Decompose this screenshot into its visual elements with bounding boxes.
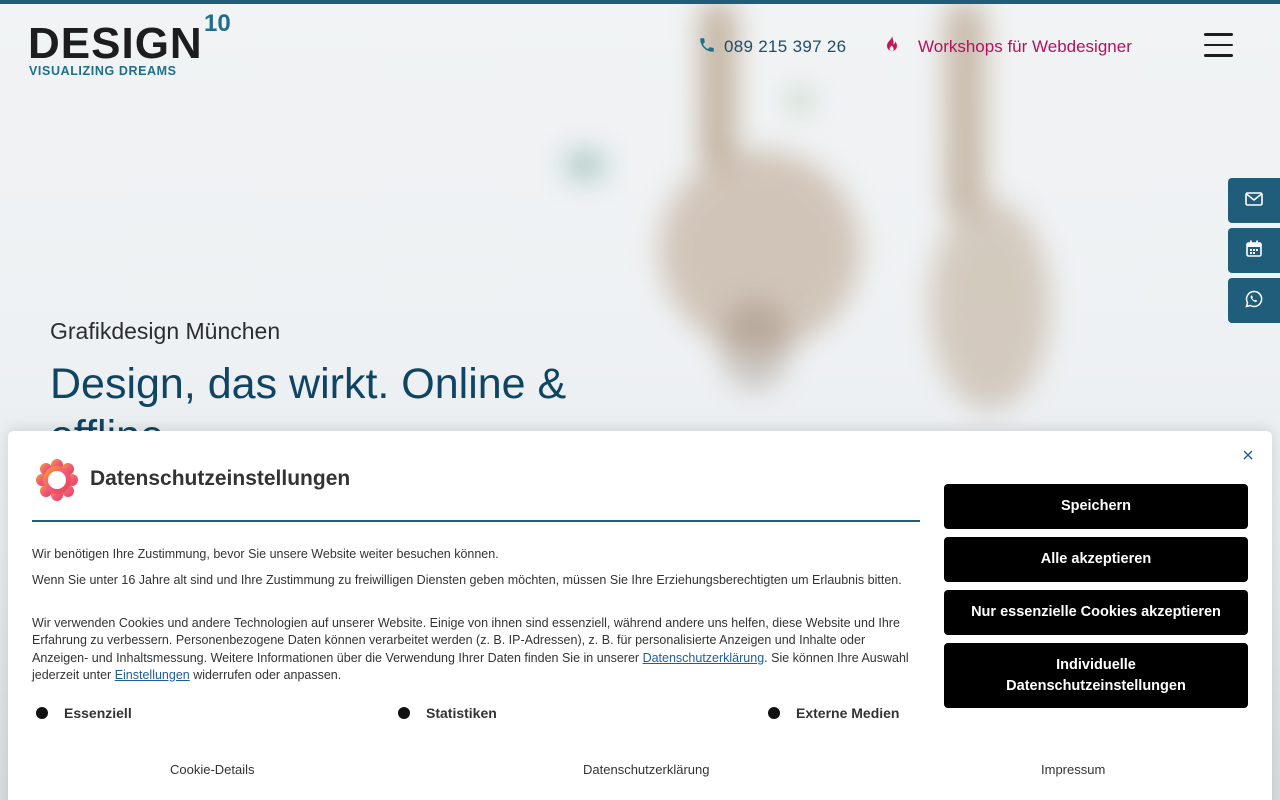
accept-all-button[interactable]: Alle akzeptieren (944, 537, 1248, 582)
privacy-badge-icon (35, 458, 79, 502)
statistics-checkbox[interactable] (398, 707, 410, 719)
privacy-policy-link[interactable]: Datenschutzerklärung (643, 651, 765, 665)
phone-icon (698, 36, 724, 59)
category-statistics[interactable]: Statistiken (398, 703, 497, 723)
site-logo[interactable]: DESIGN 10 VISUALIZING DREAMS (28, 10, 238, 82)
phone-number: 089 215 397 26 (724, 37, 847, 56)
consent-details-text-3: widerrufen oder anpassen. (189, 667, 342, 682)
whatsapp-icon (1245, 290, 1263, 312)
workshop-link[interactable]: Workshops für Webdesigner (884, 34, 1132, 60)
calendar-icon (1246, 240, 1262, 261)
imprint-link[interactable]: Impressum (1041, 762, 1105, 777)
category-external-media[interactable]: Externe Medien (768, 703, 899, 723)
mail-icon (1245, 191, 1263, 210)
side-contact-mail[interactable] (1228, 178, 1280, 223)
workshop-label: Workshops für Webdesigner (918, 37, 1132, 56)
top-accent-line (0, 0, 1280, 4)
individual-settings-label-2: Datenschutzeinstellungen (1006, 677, 1186, 694)
cookie-details-link[interactable]: Cookie-Details (170, 762, 255, 777)
consent-age-notice: Wenn Sie unter 16 Jahre alt sind und Ihr… (32, 573, 902, 587)
flame-icon (884, 35, 918, 59)
category-label: Externe Medien (796, 705, 900, 721)
close-icon[interactable] (1240, 447, 1256, 463)
individual-settings-label-1: Individuelle (1056, 656, 1136, 673)
individual-settings-button[interactable]: Individuelle Datenschutzeinstellungen (944, 643, 1248, 708)
essential-checkbox[interactable] (36, 707, 48, 719)
cookie-dialog-title: Datenschutzeinstellungen (90, 467, 351, 490)
side-contact-whatsapp[interactable] (1228, 278, 1280, 323)
phone-link[interactable]: 089 215 397 26 (698, 34, 846, 60)
accept-essential-button[interactable]: Nur essenzielle Cookies akzeptieren (944, 590, 1248, 635)
hamburger-menu-icon[interactable] (1204, 33, 1234, 57)
logo-tagline: VISUALIZING DREAMS (29, 64, 177, 78)
side-contact-calendar[interactable] (1228, 228, 1280, 273)
consent-intro: Wir benötigen Ihre Zustimmung, bevor Sie… (32, 547, 499, 561)
logo-wordmark: DESIGN (28, 19, 203, 68)
hero-subtitle: Grafikdesign München (50, 318, 281, 344)
title-divider (32, 520, 920, 522)
category-essential[interactable]: Essenziell (36, 703, 132, 723)
category-label: Statistiken (426, 705, 497, 721)
consent-details: Wir verwenden Cookies und andere Technol… (32, 615, 912, 684)
privacy-footer-link[interactable]: Datenschutzerklärung (583, 762, 709, 777)
external-media-checkbox[interactable] (768, 707, 780, 719)
logo-number: 10 (204, 10, 231, 37)
category-label: Essenziell (64, 705, 132, 721)
settings-link[interactable]: Einstellungen (115, 668, 190, 682)
cookie-consent-dialog: Datenschutzeinstellungen Wir benötigen I… (8, 431, 1272, 800)
save-button[interactable]: Speichern (944, 484, 1248, 529)
